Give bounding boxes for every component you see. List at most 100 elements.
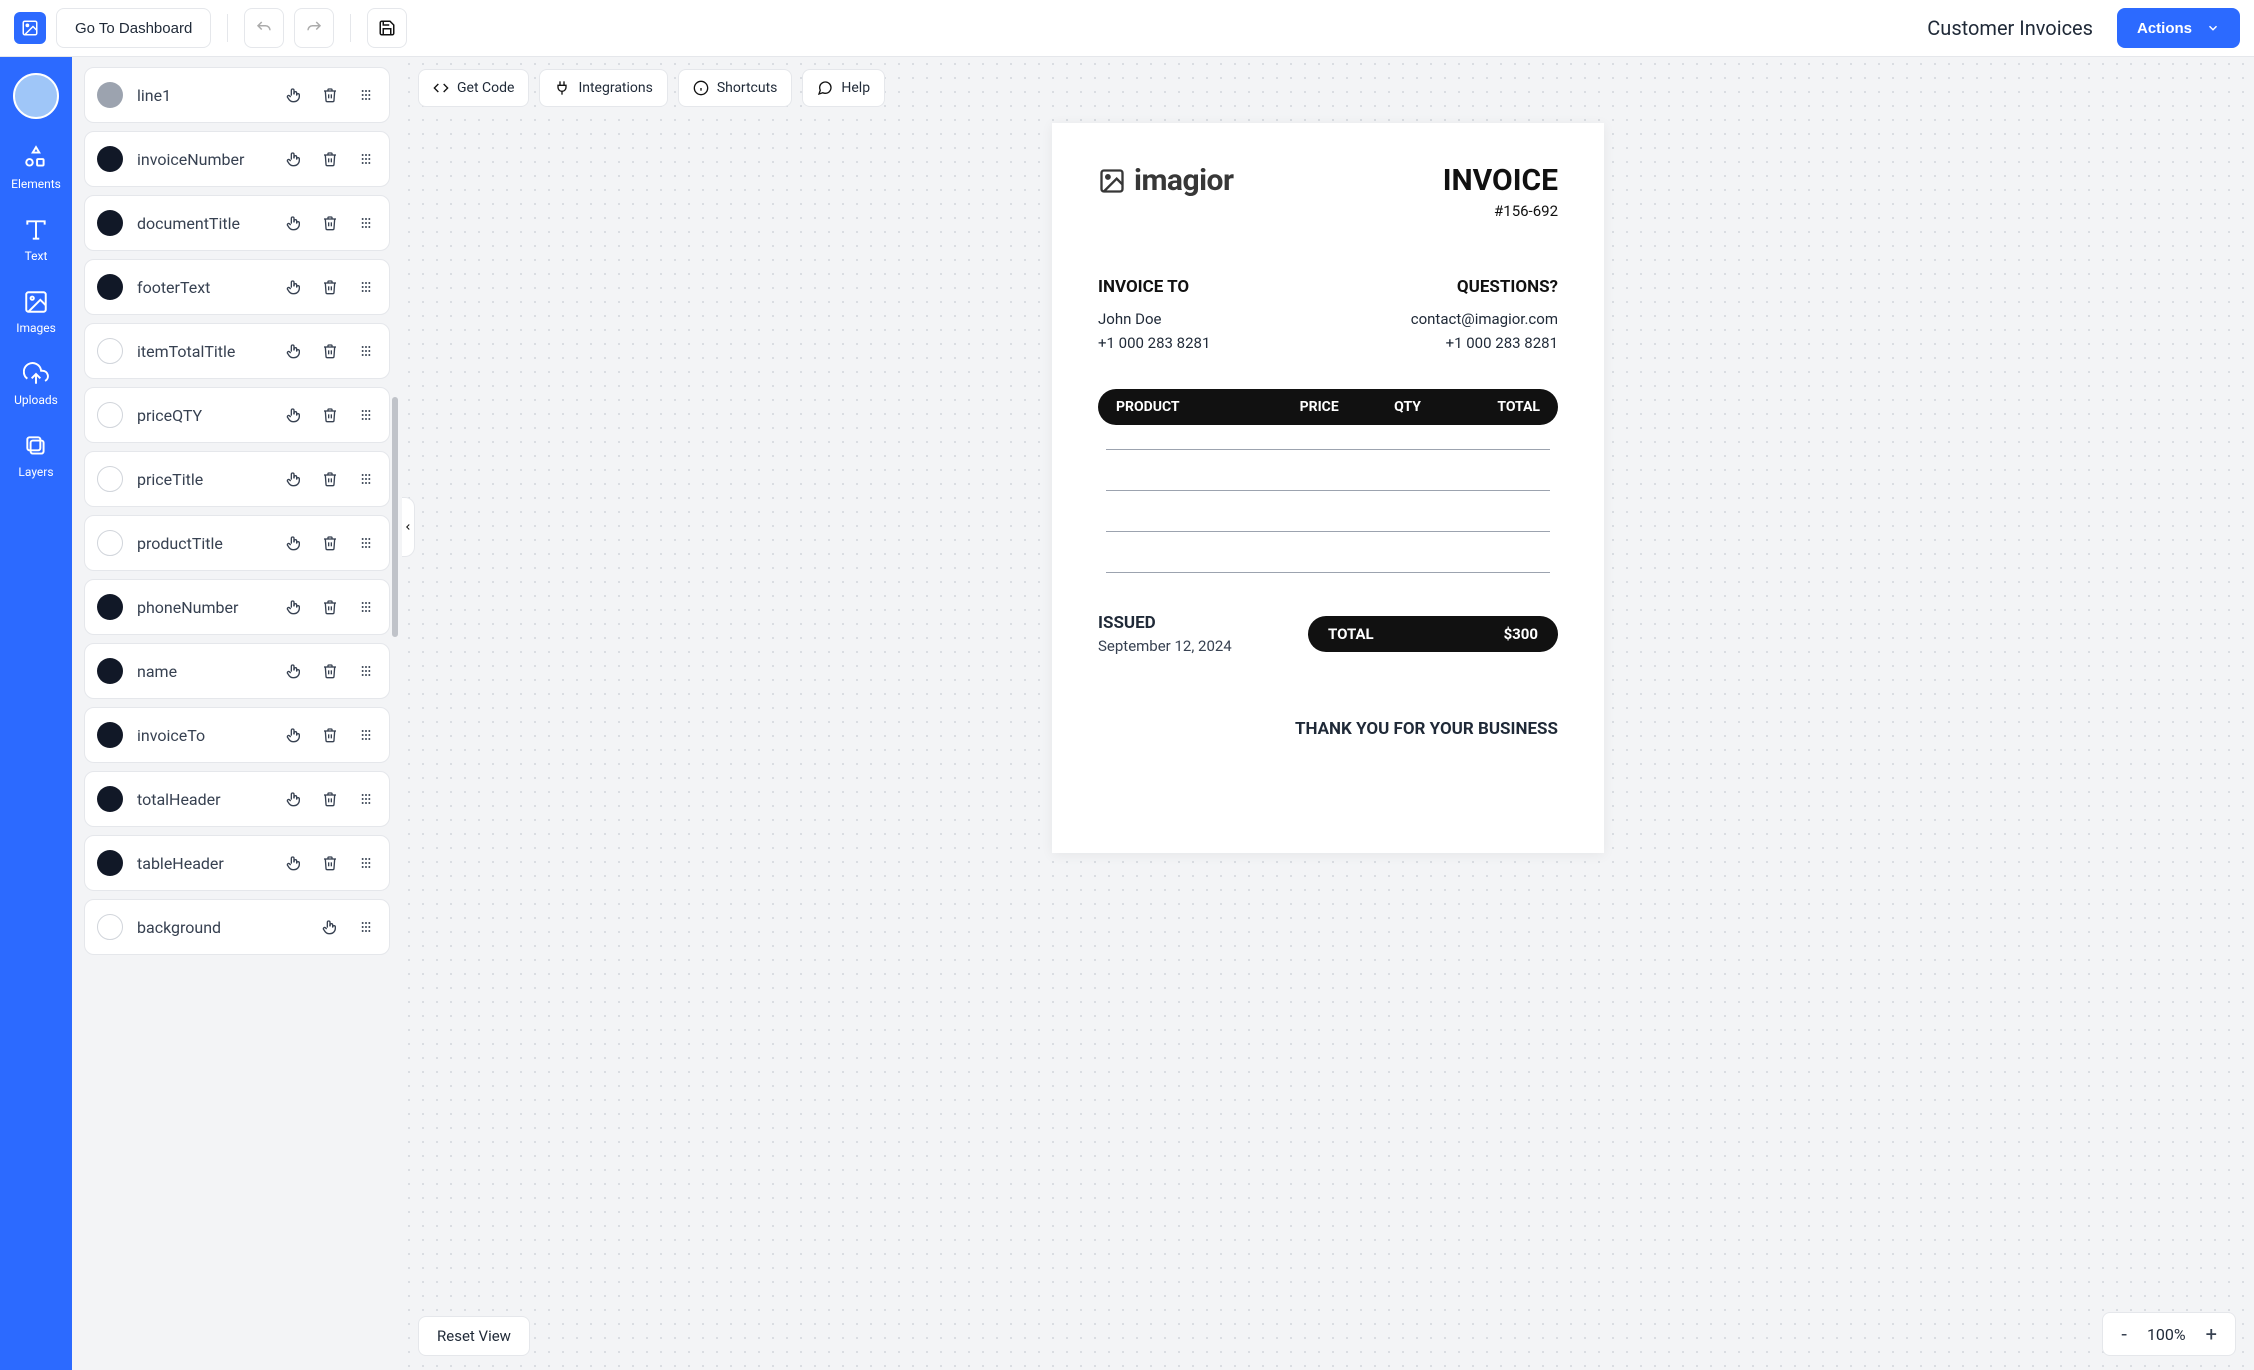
drag-handle[interactable] [355,724,377,746]
nav-text[interactable]: Text [23,217,49,263]
drag-handle[interactable] [355,212,377,234]
chevron-left-icon [403,522,413,532]
delete-layer-button[interactable] [319,212,341,234]
delete-layer-button[interactable] [319,340,341,362]
layer-row[interactable]: totalHeader [84,771,390,827]
avatar[interactable] [13,73,59,119]
drag-handle[interactable] [355,148,377,170]
layer-row[interactable]: productTitle [84,515,390,571]
select-layer-button[interactable] [283,788,305,810]
layer-row[interactable]: footerText [84,259,390,315]
thank-you-text: THANK YOU FOR YOUR BUSINESS [1098,719,1558,739]
zoom-in-button[interactable]: + [2206,1322,2217,1346]
get-code-label: Get Code [457,80,514,96]
reset-view-button[interactable]: Reset View [418,1316,530,1356]
scrollbar-thumb[interactable] [392,397,398,637]
collapse-panel-button[interactable] [402,497,415,557]
select-layer-button[interactable] [283,596,305,618]
issued-heading: ISSUED [1098,613,1232,633]
delete-layer-button[interactable] [319,660,341,682]
nav-uploads-label: Uploads [14,393,58,407]
invoice-to-heading: INVOICE TO [1098,274,1210,301]
drag-handle[interactable] [355,84,377,106]
integrations-label: Integrations [578,80,652,96]
delete-layer-button[interactable] [319,532,341,554]
invoice-document[interactable]: imagior INVOICE #156-692 INVOICE TO John… [1052,123,1604,853]
select-layer-button[interactable] [283,340,305,362]
select-layer-button[interactable] [283,84,305,106]
layer-name: itemTotalTitle [137,342,269,361]
help-label: Help [841,80,870,96]
layer-name: priceTitle [137,470,269,489]
drag-handle[interactable] [355,660,377,682]
drag-handle[interactable] [355,596,377,618]
color-swatch [97,594,123,620]
select-layer-button[interactable] [283,852,305,874]
shortcuts-button[interactable]: Shortcuts [678,69,793,107]
drag-handle[interactable] [355,532,377,554]
color-swatch [97,210,123,236]
drag-handle[interactable] [355,852,377,874]
brand-icon [1098,167,1126,195]
divider [227,14,228,42]
layer-row[interactable]: invoiceTo [84,707,390,763]
layer-row[interactable]: line1 [84,67,390,123]
select-layer-button[interactable] [283,404,305,426]
layer-row[interactable]: itemTotalTitle [84,323,390,379]
app-logo[interactable] [14,12,46,44]
delete-layer-button[interactable] [319,788,341,810]
nav-images[interactable]: Images [16,289,56,335]
layer-row[interactable]: invoiceNumber [84,131,390,187]
select-layer-button[interactable] [283,276,305,298]
delete-layer-button[interactable] [319,404,341,426]
layer-row[interactable]: phoneNumber [84,579,390,635]
get-code-button[interactable]: Get Code [418,69,529,107]
layer-row[interactable]: priceTitle [84,451,390,507]
select-layer-button[interactable] [283,212,305,234]
layer-row[interactable]: tableHeader [84,835,390,891]
drag-handle[interactable] [355,468,377,490]
nav-elements[interactable]: Elements [11,145,61,191]
layer-row[interactable]: priceQTY [84,387,390,443]
delete-layer-button[interactable] [319,468,341,490]
select-layer-button[interactable] [283,724,305,746]
select-layer-button[interactable] [283,532,305,554]
layer-name: background [137,918,305,937]
help-button[interactable]: Help [802,69,885,107]
select-layer-button[interactable] [283,660,305,682]
nav-uploads[interactable]: Uploads [14,361,58,407]
layer-name: totalHeader [137,790,269,809]
delete-layer-button[interactable] [319,148,341,170]
delete-layer-button[interactable] [319,724,341,746]
go-to-dashboard-button[interactable]: Go To Dashboard [56,8,211,48]
delete-layer-button[interactable] [319,276,341,298]
select-layer-button[interactable] [319,916,341,938]
drag-handle[interactable] [355,276,377,298]
drag-handle[interactable] [355,340,377,362]
zoom-out-button[interactable]: - [2121,1322,2127,1346]
layer-row[interactable]: background [84,899,390,955]
delete-layer-button[interactable] [319,596,341,618]
delete-layer-button[interactable] [319,852,341,874]
integrations-button[interactable]: Integrations [539,69,667,107]
save-button[interactable] [367,8,407,48]
drag-handle[interactable] [355,916,377,938]
undo-button[interactable] [244,8,284,48]
color-swatch [97,850,123,876]
layer-row[interactable]: documentTitle [84,195,390,251]
canvas[interactable]: Get Code Integrations Shortcuts Help ima… [402,57,2254,1370]
color-swatch [97,914,123,940]
drag-handle[interactable] [355,404,377,426]
drag-handle[interactable] [355,788,377,810]
select-layer-button[interactable] [283,148,305,170]
brand-text: imagior [1134,163,1233,198]
actions-button[interactable]: Actions [2117,8,2240,48]
th-total: TOTAL [1452,399,1540,415]
layer-row[interactable]: name [84,643,390,699]
delete-layer-button[interactable] [319,84,341,106]
redo-button[interactable] [294,8,334,48]
th-price: PRICE [1275,399,1363,415]
select-layer-button[interactable] [283,468,305,490]
code-icon [433,80,449,96]
nav-layers[interactable]: Layers [18,433,53,479]
